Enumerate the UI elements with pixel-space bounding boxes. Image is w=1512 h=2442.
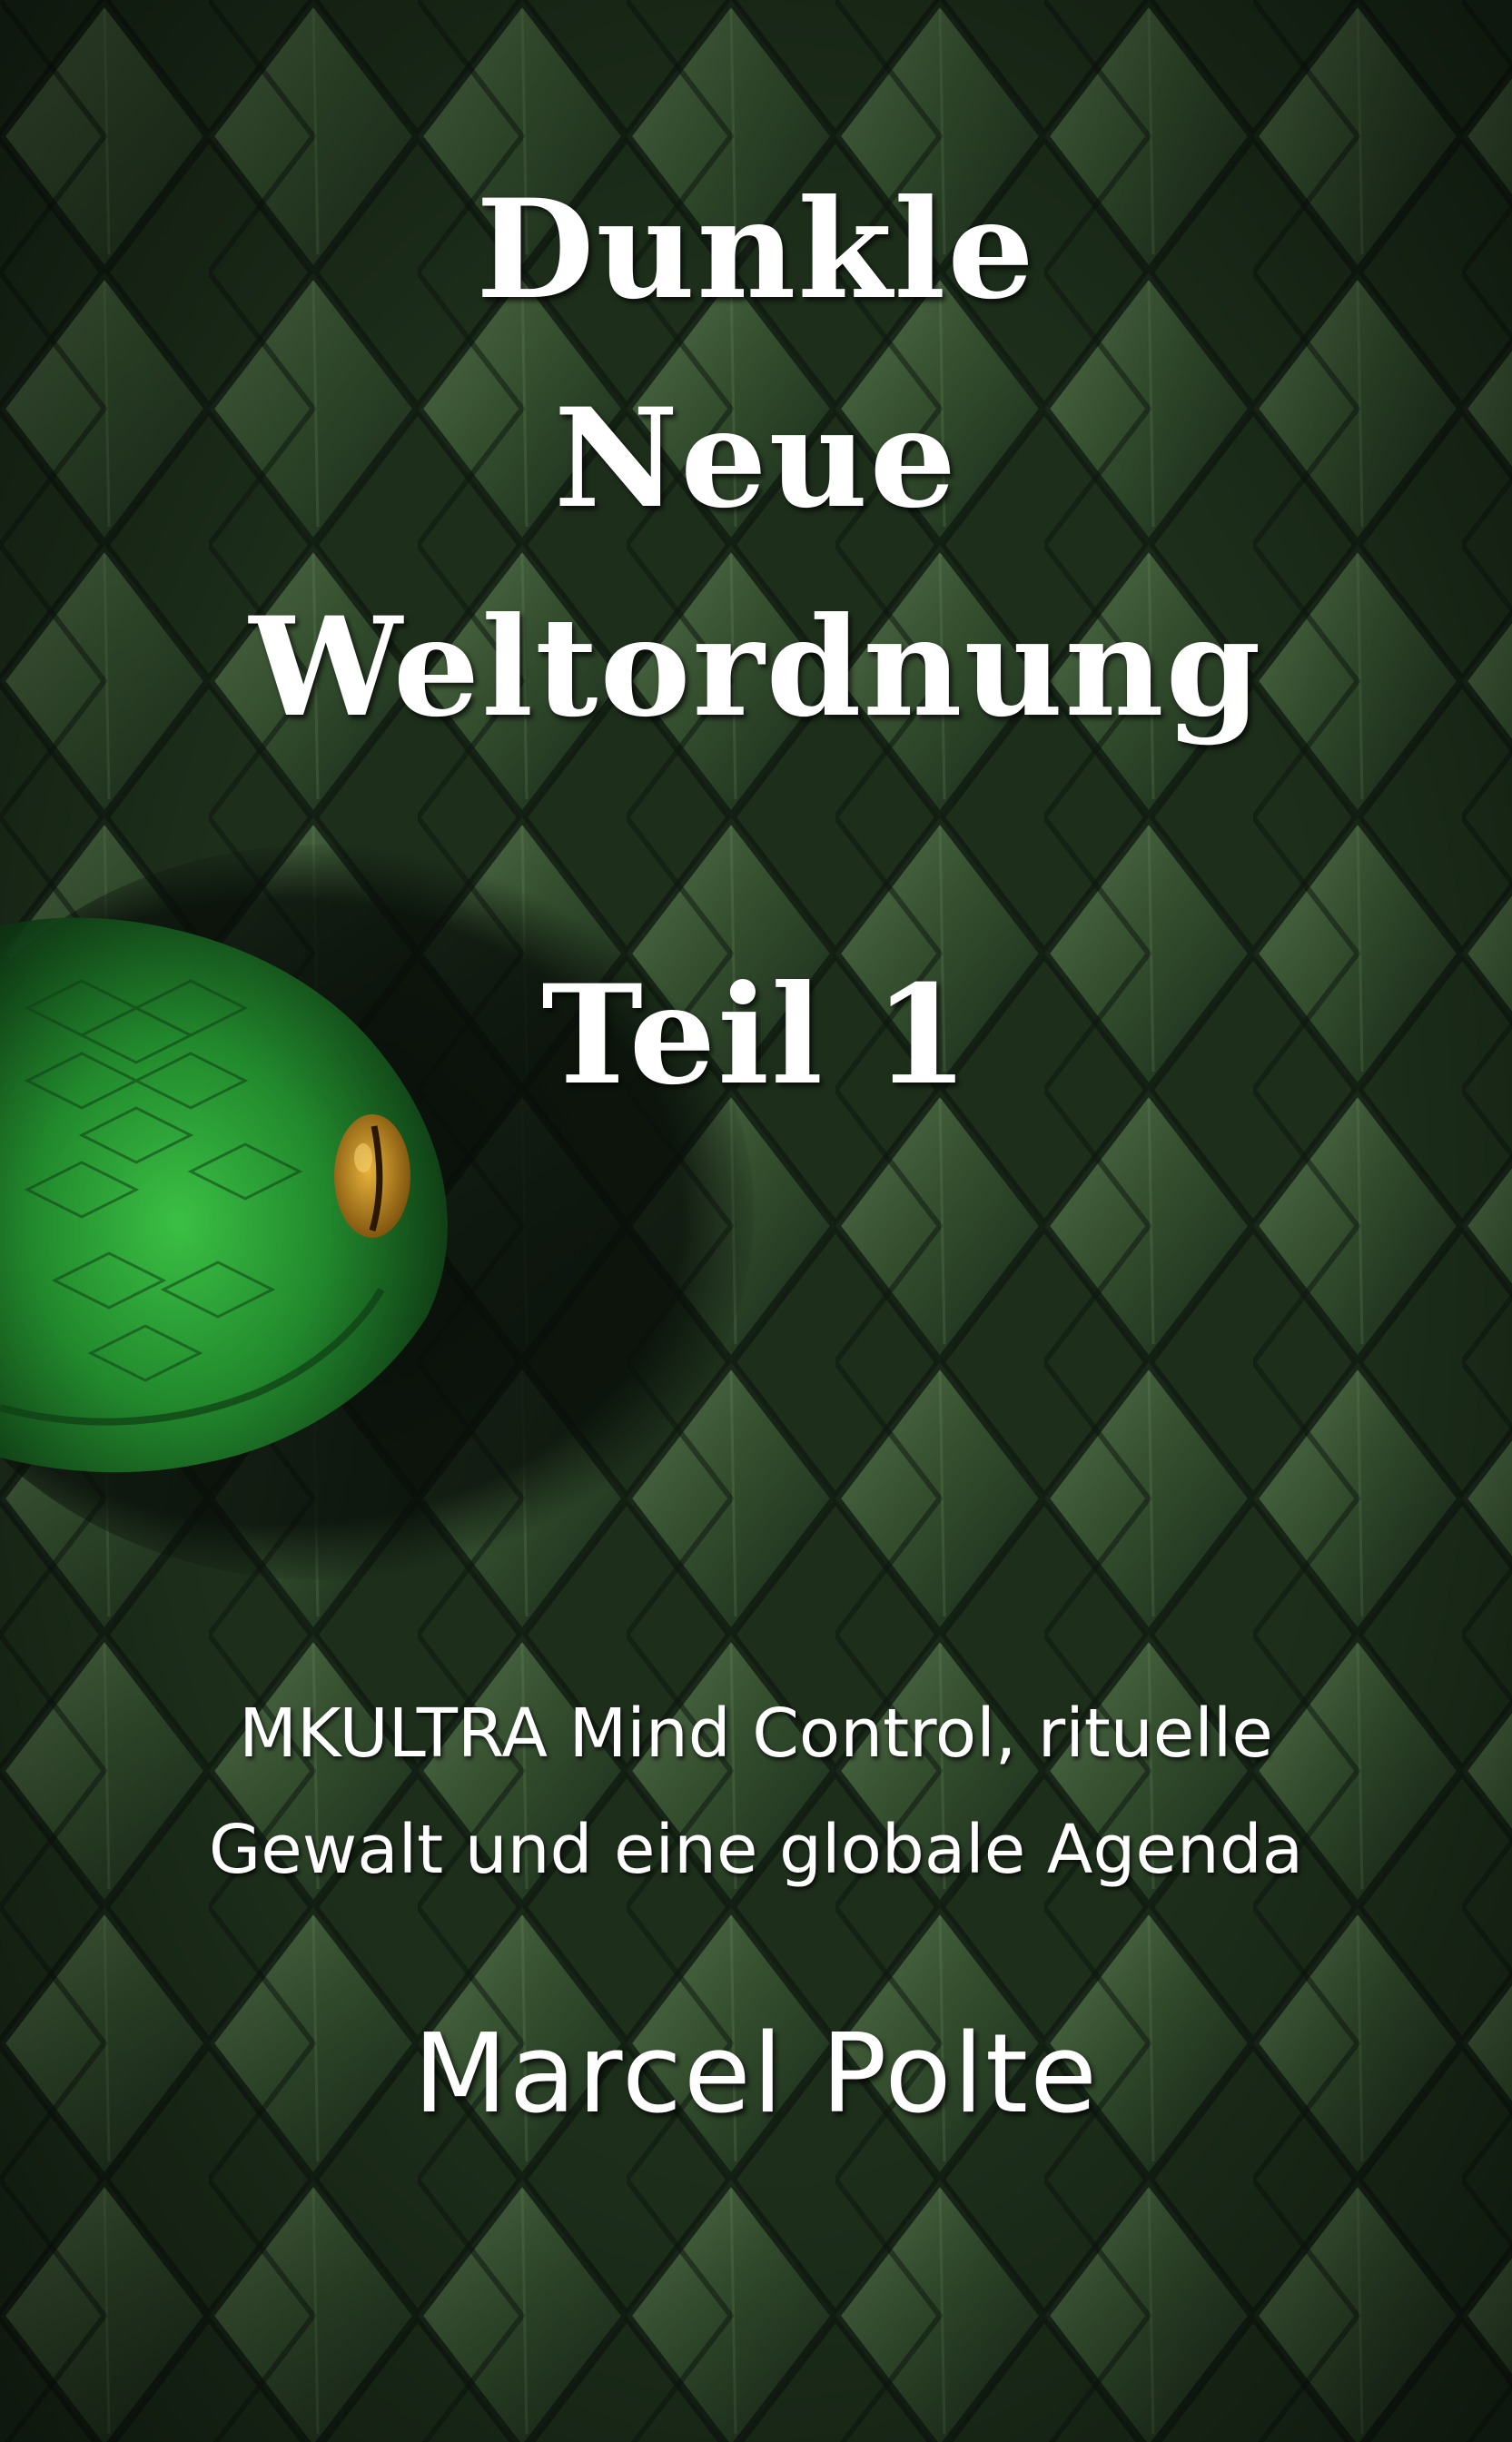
book-subtitle: MKULTRA Mind Control, rituelle Gewalt un…	[0, 1676, 1512, 1908]
volume-label: Teil 1	[541, 955, 971, 1115]
subtitle-line-1: MKULTRA Mind Control, rituelle	[239, 1695, 1273, 1773]
book-cover: Dunkle Neue Weltordnung Teil 1 MKULTRA M…	[0, 0, 1512, 2442]
title-line-1: Dunkle	[476, 170, 1036, 330]
title-line-3: Weltordnung	[249, 588, 1263, 747]
subtitle-line-2: Gewalt und eine globale Agenda	[208, 1811, 1304, 1889]
author-name: Marcel Polte	[413, 2012, 1099, 2138]
title-line-2: Neue	[553, 379, 959, 539]
